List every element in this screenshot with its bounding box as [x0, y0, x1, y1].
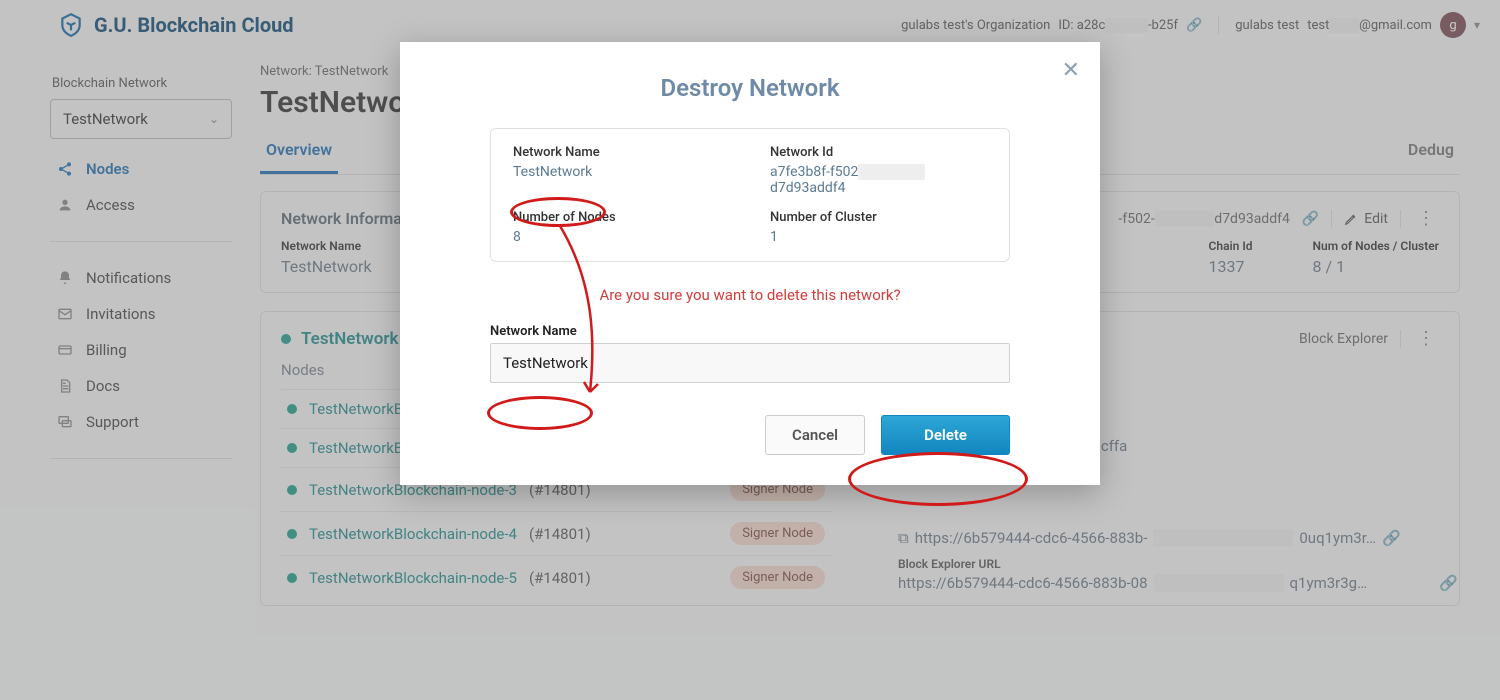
field-label: Number of Nodes [513, 210, 730, 225]
modal-title: Destroy Network [432, 74, 1068, 102]
modal-summary-card: Network Name TestNetwork Network Id a7fe… [490, 128, 1010, 262]
field-value-nodes: 8 [513, 229, 730, 245]
delete-button[interactable]: Delete [881, 415, 1010, 455]
confirm-warning-text: Are you sure you want to delete this net… [432, 286, 1068, 304]
field-value-cluster: 1 [770, 229, 987, 245]
field-label: Network Id [770, 145, 987, 160]
field-value-network-name: TestNetwork [513, 164, 730, 180]
field-label: Network Name [513, 145, 730, 160]
close-icon[interactable]: ✕ [1062, 58, 1080, 83]
cancel-button[interactable]: Cancel [765, 415, 865, 455]
input-label: Network Name [490, 324, 1010, 339]
field-value-network-id: a7fe3b8f-f502xxxxxxxxxd7d93addf4 [770, 164, 987, 196]
destroy-network-modal: ✕ Destroy Network Network Name TestNetwo… [400, 42, 1100, 485]
network-name-input[interactable] [490, 343, 1010, 383]
field-label: Number of Cluster [770, 210, 987, 225]
